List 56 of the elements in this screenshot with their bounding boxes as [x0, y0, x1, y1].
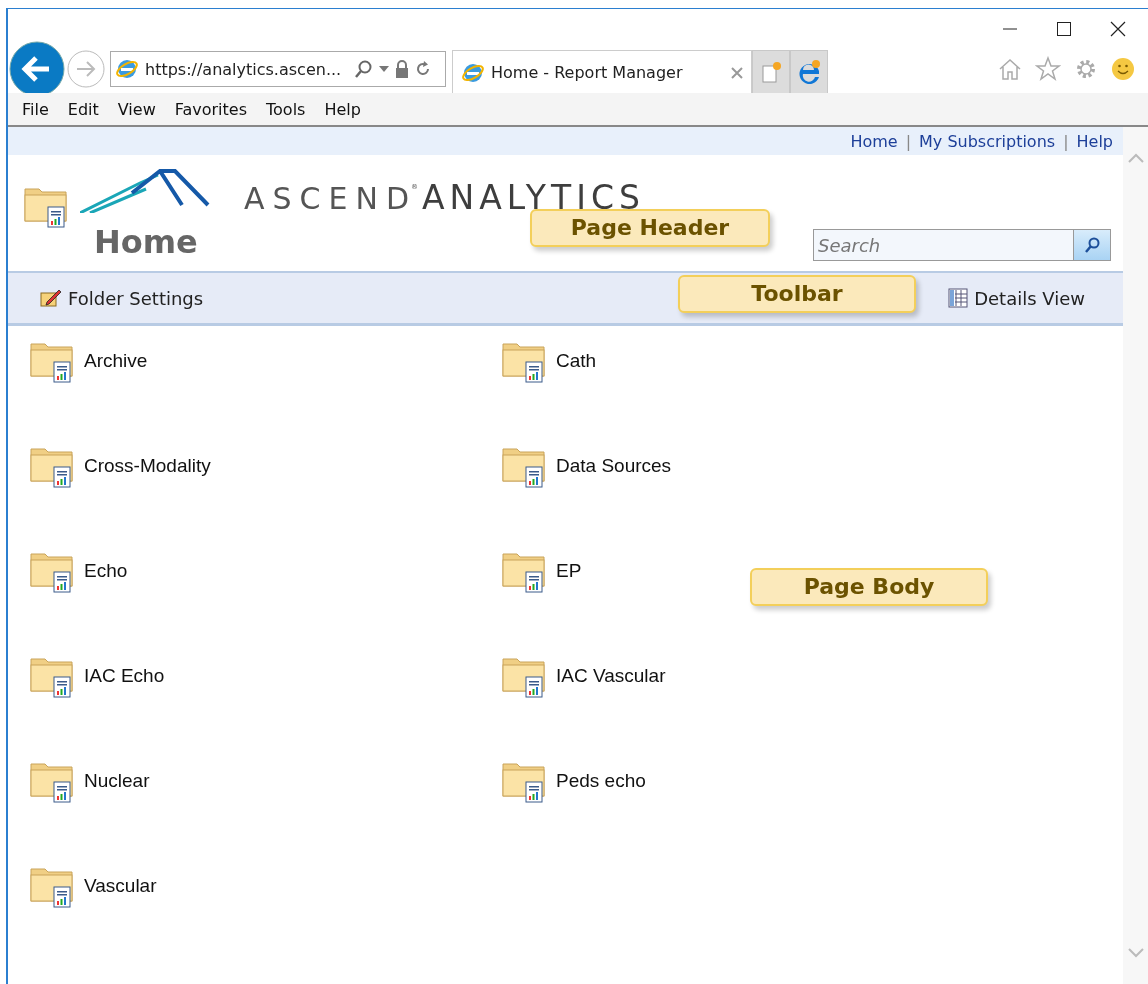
- callout-label: Page Header: [530, 209, 770, 247]
- tab-title: Home - Report Manager: [491, 63, 684, 82]
- search-icon[interactable]: [355, 60, 374, 78]
- toolbar-button[interactable]: Details View: [948, 287, 1085, 309]
- home-icon[interactable]: [998, 57, 1022, 81]
- menu-item[interactable]: View: [109, 99, 164, 119]
- star-icon[interactable]: [1035, 56, 1061, 82]
- url-text: https://analytics.ascen...: [145, 59, 342, 79]
- folder-link[interactable]: Cross-Modality: [84, 455, 211, 477]
- menu-item[interactable]: Help: [316, 99, 369, 119]
- search-icon: [1084, 237, 1100, 253]
- scrollbar[interactable]: [1123, 127, 1148, 984]
- link-separator: |: [905, 131, 911, 151]
- folder-link[interactable]: Peds echo: [556, 770, 646, 792]
- folder-link[interactable]: Echo: [84, 560, 128, 582]
- settings-icon[interactable]: [1074, 57, 1098, 81]
- callout-label: Toolbar: [678, 275, 916, 313]
- folder-link[interactable]: IAC Vascular: [556, 665, 666, 687]
- callout-label: Page Body: [750, 568, 988, 606]
- maximize-icon[interactable]: [1056, 21, 1072, 37]
- menu-item[interactable]: Edit: [59, 99, 107, 119]
- address-bar[interactable]: https://analytics.ascen...: [110, 51, 446, 87]
- folder-link[interactable]: IAC Echo: [84, 665, 165, 687]
- folder-link[interactable]: Cath: [556, 350, 597, 372]
- edge-button[interactable]: [790, 50, 828, 94]
- forward-button[interactable]: [67, 50, 105, 88]
- new-page-icon: [759, 60, 783, 84]
- browser-tab[interactable]: Home - Report Manager: [452, 50, 752, 94]
- nav-link[interactable]: Help: [1076, 131, 1113, 151]
- search-button[interactable]: [1074, 229, 1111, 261]
- folder-link[interactable]: Archive: [84, 350, 148, 372]
- scroll-down-icon[interactable]: [1127, 948, 1144, 958]
- close-icon[interactable]: [1110, 21, 1126, 37]
- menu-item[interactable]: Favorites: [166, 99, 255, 119]
- browser-logo-icon: [115, 57, 139, 81]
- nav-link[interactable]: Home: [850, 131, 898, 151]
- folder-link[interactable]: Nuclear: [84, 770, 150, 792]
- dropdown-caret-icon[interactable]: [379, 66, 390, 72]
- menu-item[interactable]: File: [14, 99, 57, 119]
- menu-item[interactable]: Tools: [258, 99, 314, 119]
- page-title: Home: [94, 223, 198, 261]
- smiley-icon[interactable]: [1111, 57, 1135, 81]
- nav-link[interactable]: My Subscriptions: [919, 131, 1056, 151]
- lock-icon: [395, 60, 410, 78]
- folder-link[interactable]: Vascular: [84, 875, 157, 897]
- browser-logo-icon: [796, 59, 822, 85]
- toolbar-button[interactable]: Folder Settings: [40, 287, 204, 309]
- link-separator: |: [1063, 131, 1069, 151]
- columns-icon: [948, 288, 969, 308]
- folder-link[interactable]: EP: [556, 560, 582, 582]
- scroll-up-icon[interactable]: [1127, 153, 1144, 163]
- folder-link[interactable]: Data Sources: [556, 455, 672, 477]
- refresh-icon[interactable]: [415, 60, 432, 78]
- new-tab-button[interactable]: [752, 50, 790, 94]
- edit-icon: [40, 288, 62, 308]
- search-field[interactable]: Search: [813, 229, 1074, 261]
